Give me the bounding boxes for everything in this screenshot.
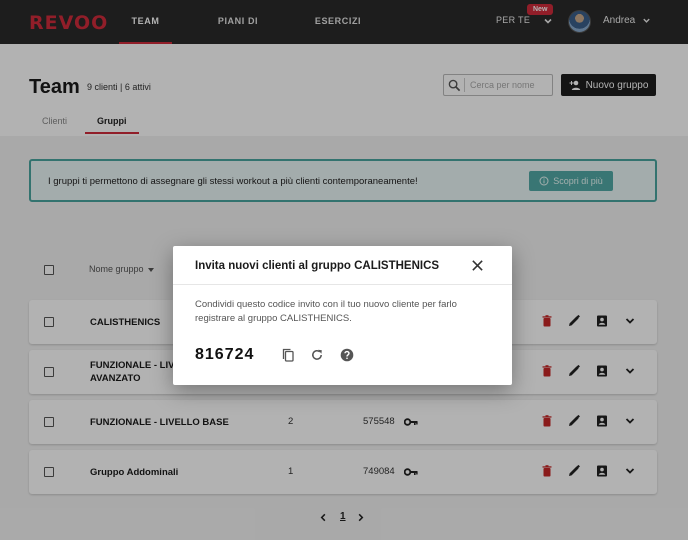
help-icon[interactable] (340, 348, 354, 362)
modal-title: Invita nuovi clienti al gruppo CALISTHEN… (195, 260, 440, 272)
modal-header: Invita nuovi clienti al gruppo CALISTHEN… (173, 246, 512, 285)
invite-modal: Invita nuovi clienti al gruppo CALISTHEN… (173, 246, 512, 385)
close-icon[interactable] (471, 259, 484, 272)
copy-icon[interactable] (281, 348, 295, 362)
invite-code: 816724 (195, 346, 255, 363)
refresh-icon[interactable] (310, 348, 324, 362)
modal-description: Condividi questo codice invito con il tu… (195, 299, 457, 324)
